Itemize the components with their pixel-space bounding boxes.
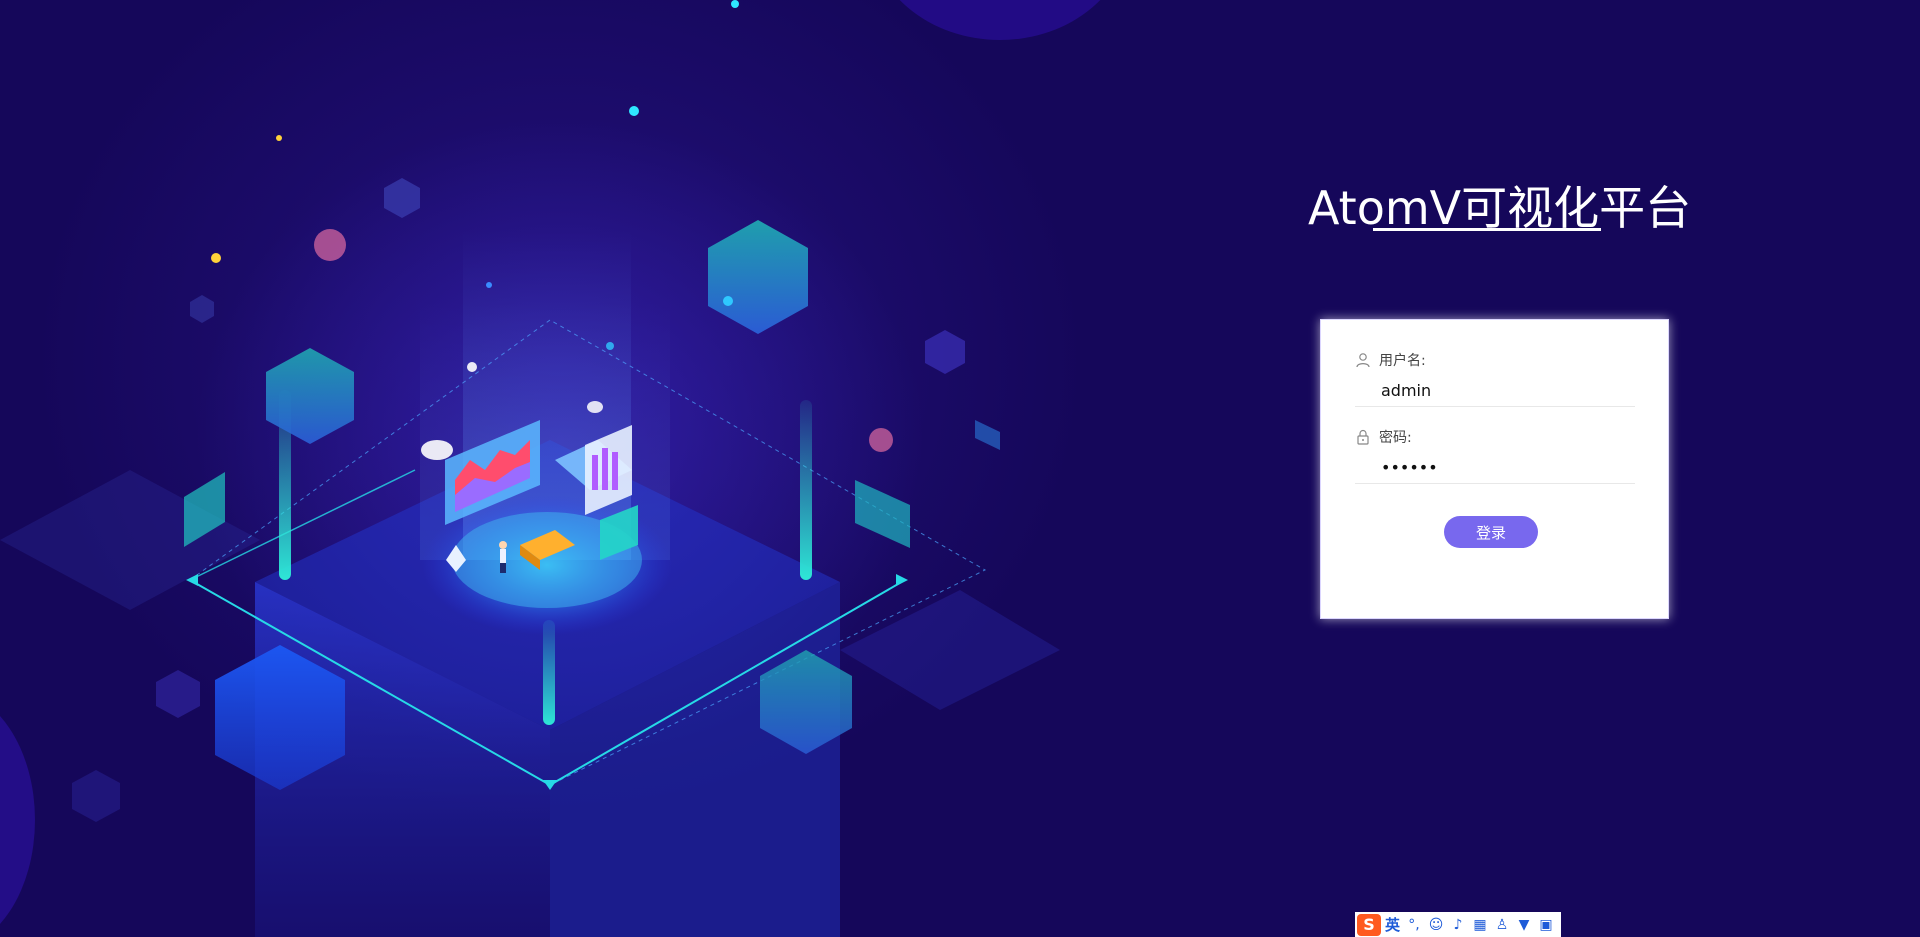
username-label: 用户名: [1379,353,1426,369]
microphone-icon[interactable]: ♪ [1450,917,1466,933]
grid-icon[interactable]: ▣ [1538,917,1554,933]
emoji-icon[interactable]: ☺ [1428,917,1444,933]
skin-icon[interactable]: ▼ [1516,917,1532,933]
username-label-row: 用户名: [1355,350,1426,370]
title-underline [1373,228,1601,231]
punctuation-icon[interactable]: °, [1406,917,1422,933]
password-field[interactable] [1355,452,1635,484]
password-label: 密码: [1379,430,1412,446]
ime-toolbar: S 英 °, ☺ ♪ ▦ ♙ ▼ ▣ [1355,912,1561,937]
password-label-row: 密码: [1355,427,1412,447]
login-button[interactable]: 登录 [1444,516,1538,548]
isometric-illustration [0,0,1060,937]
login-form: 用户名: 密码: 登录 [1320,319,1669,619]
username-field[interactable] [1355,375,1635,407]
login-page: AtomV可视化平台 用户名: 密码: 登录 S 英 °, ☺ ♪ [0,0,1920,937]
ime-logo[interactable]: S [1357,913,1381,936]
keyboard-icon[interactable]: ▦ [1472,917,1488,933]
user-icon[interactable]: ♙ [1494,917,1510,933]
ime-language-toggle[interactable]: 英 [1385,914,1400,935]
user-icon [1356,353,1370,368]
lock-icon [1357,429,1369,445]
